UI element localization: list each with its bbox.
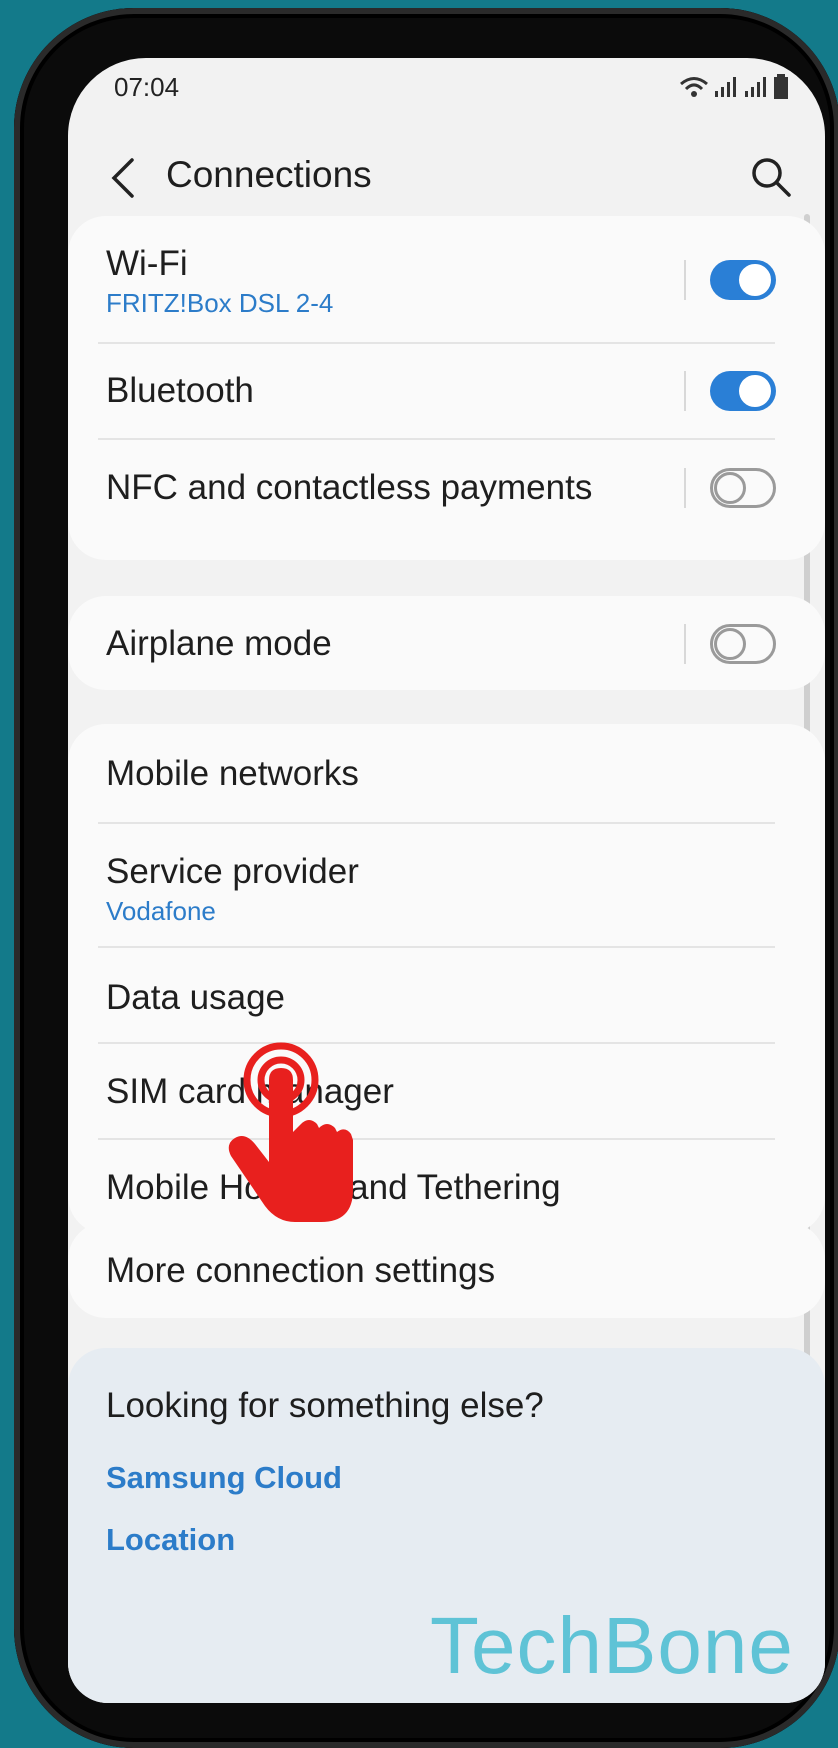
separator	[684, 371, 686, 411]
signal-icon	[715, 77, 736, 97]
nfc-label: NFC and contactless payments	[106, 468, 593, 507]
separator	[684, 624, 686, 664]
sim-card-manager-row[interactable]: SIM card manager	[68, 1044, 825, 1138]
samsung-cloud-link[interactable]: Samsung Cloud	[106, 1460, 342, 1496]
nfc-toggle[interactable]	[710, 468, 776, 508]
airplane-row[interactable]: Airplane mode	[68, 596, 825, 690]
mobile-networks-label: Mobile networks	[106, 754, 359, 793]
service-provider-label: Service provider	[106, 852, 359, 891]
airplane-card: Airplane mode	[68, 596, 825, 690]
screen: 07:04 Connections Wi-Fi FRITZ!Box DSL 2-…	[68, 58, 825, 1703]
mobile-card: Mobile networks Service provider Vodafon…	[68, 724, 825, 1234]
nfc-row[interactable]: NFC and contactless payments	[68, 440, 825, 540]
watermark: TechBone	[430, 1601, 794, 1690]
connectivity-card: Wi-Fi FRITZ!Box DSL 2-4 Bluetooth NFC an…	[68, 216, 825, 560]
airplane-label: Airplane mode	[106, 624, 332, 663]
more-card: More connection settings	[68, 1222, 825, 1318]
bluetooth-row[interactable]: Bluetooth	[68, 344, 825, 438]
more-connection-settings-label: More connection settings	[106, 1251, 496, 1290]
wifi-icon	[680, 77, 708, 97]
phone-frame: 07:04 Connections Wi-Fi FRITZ!Box DSL 2-…	[14, 8, 838, 1748]
data-usage-label: Data usage	[106, 978, 286, 1017]
bluetooth-toggle[interactable]	[710, 371, 776, 411]
data-usage-row[interactable]: Data usage	[68, 948, 825, 1042]
tap-hand-icon	[228, 1042, 353, 1222]
status-icons	[679, 74, 789, 100]
hotspot-row[interactable]: Mobile Hotspot and Tethering	[68, 1140, 825, 1234]
app-header: Connections	[68, 128, 825, 228]
back-arrow-icon[interactable]	[104, 156, 144, 200]
wifi-network-name: FRITZ!Box DSL 2-4	[106, 288, 334, 318]
signal-icon-2	[745, 77, 766, 97]
page-title: Connections	[166, 154, 372, 195]
location-link[interactable]: Location	[106, 1522, 235, 1558]
service-provider-row[interactable]: Service provider Vodafone	[68, 824, 825, 946]
bluetooth-label: Bluetooth	[106, 371, 254, 410]
more-connection-settings-row[interactable]: More connection settings	[68, 1222, 825, 1318]
separator	[684, 260, 686, 300]
wifi-row[interactable]: Wi-Fi FRITZ!Box DSL 2-4	[68, 216, 825, 342]
service-provider-value: Vodafone	[106, 896, 216, 926]
wifi-label: Wi-Fi	[106, 244, 188, 283]
airplane-toggle[interactable]	[710, 624, 776, 664]
battery-icon	[774, 74, 788, 99]
wifi-toggle[interactable]	[710, 260, 776, 300]
status-bar: 07:04	[114, 64, 789, 110]
search-icon[interactable]	[748, 154, 794, 200]
suggestions-title: Looking for something else?	[106, 1386, 544, 1425]
status-time: 07:04	[114, 71, 180, 102]
mobile-networks-row[interactable]: Mobile networks	[68, 724, 825, 822]
separator	[684, 468, 686, 508]
